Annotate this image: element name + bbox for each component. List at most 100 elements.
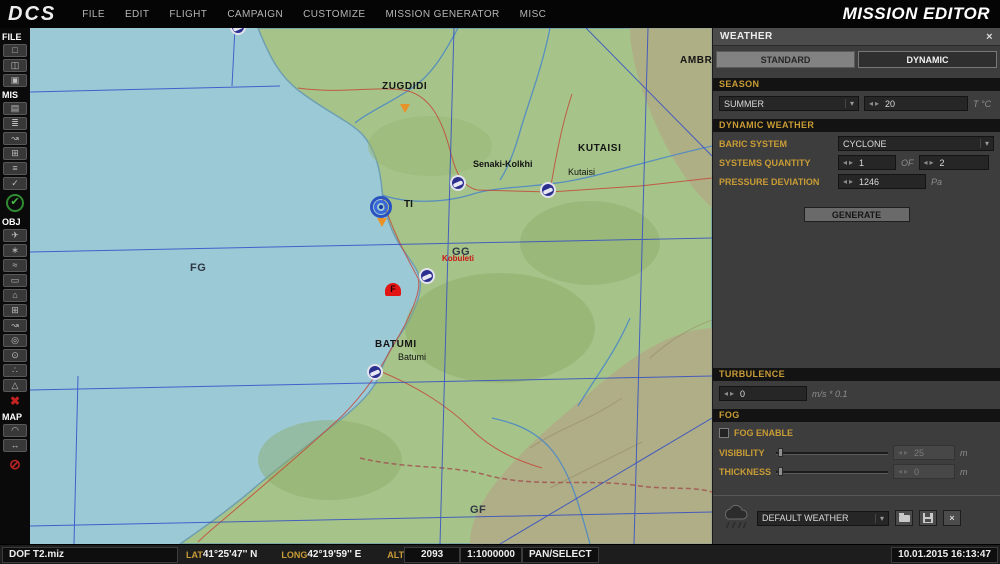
- add-helicopter-icon[interactable]: ∗: [3, 244, 27, 257]
- visibility-value: 25: [914, 447, 925, 458]
- spin-left-icon[interactable]: ◂: [869, 99, 873, 108]
- season-section-header: SEASON: [713, 78, 1000, 91]
- spin-left-icon[interactable]: ◂: [924, 158, 928, 167]
- add-vehicle-icon[interactable]: ▭: [3, 274, 27, 287]
- visibility-label: VISIBILITY: [719, 447, 765, 458]
- add-template-icon[interactable]: ⊞: [3, 304, 27, 317]
- new-mission-icon[interactable]: □: [3, 44, 27, 57]
- toolbar-section-file: FILE: [2, 32, 22, 42]
- spin-left-icon[interactable]: ◂: [843, 177, 847, 186]
- spin-right-icon[interactable]: ▸: [849, 158, 853, 167]
- menu-edit[interactable]: EDIT: [115, 9, 159, 20]
- season-dropdown[interactable]: SUMMER ▾: [719, 96, 859, 111]
- spin-right-icon[interactable]: ▸: [849, 177, 853, 186]
- distance-tool-icon[interactable]: ↔: [3, 439, 27, 452]
- weather-panel: WEATHER × STANDARD DYNAMIC SEASON SUMMER…: [712, 28, 1000, 544]
- systems-quantity-value: 1: [859, 157, 865, 168]
- mission-goals-icon[interactable]: ≡: [3, 162, 27, 175]
- temperature-spinner[interactable]: ◂ ▸ 20: [864, 96, 968, 111]
- spin-right-icon[interactable]: ▸: [930, 158, 934, 167]
- route-tool-icon[interactable]: ↝: [3, 319, 27, 332]
- trigger-zone-icon[interactable]: ◎: [3, 334, 27, 347]
- rings-icon[interactable]: ∴: [3, 364, 27, 377]
- save-preset-button[interactable]: [919, 510, 937, 526]
- spin-left-icon: ◂: [898, 467, 903, 476]
- measure-tool-icon[interactable]: ◠: [3, 424, 27, 437]
- temperature-unit: T °C: [973, 98, 992, 109]
- mission-options-icon[interactable]: ▤: [3, 102, 27, 115]
- menu-file[interactable]: FILE: [72, 9, 115, 20]
- delete-preset-button[interactable]: ×: [943, 510, 961, 526]
- add-ship-icon[interactable]: ≈: [3, 259, 27, 272]
- restricted-icon[interactable]: ⊘: [7, 457, 23, 473]
- validate-mission-icon[interactable]: ✔: [6, 194, 24, 212]
- briefing-icon[interactable]: ≣: [3, 117, 27, 130]
- spin-right-icon[interactable]: ▸: [730, 389, 734, 398]
- town-symbol-icon: [377, 218, 387, 227]
- menu-customize[interactable]: CUSTOMIZE: [293, 9, 375, 20]
- spin-left-icon[interactable]: ◂: [843, 158, 847, 167]
- weather-preset-dropdown[interactable]: DEFAULT WEATHER ▾: [757, 510, 889, 526]
- shape-template-icon[interactable]: △: [3, 379, 27, 392]
- systems-quantity-spinner[interactable]: ◂ ▸ 1: [838, 155, 896, 170]
- weather-tabs: STANDARD DYNAMIC: [713, 46, 1000, 72]
- tab-standard[interactable]: STANDARD: [716, 51, 855, 68]
- map-grid-label-gf: GF: [470, 504, 487, 516]
- airfield-marker-kobuleti[interactable]: [419, 268, 435, 284]
- generate-button[interactable]: GENERATE: [803, 207, 910, 222]
- spin-right-icon[interactable]: ▸: [875, 99, 879, 108]
- menu-mission-generator[interactable]: MISSION GENERATOR: [375, 9, 509, 20]
- map-label-batumi-city: Batumi: [398, 352, 427, 362]
- spin-left-icon[interactable]: ◂: [724, 389, 728, 398]
- weather-panel-title: WEATHER: [720, 31, 773, 42]
- open-mission-icon[interactable]: ◫: [3, 59, 27, 72]
- systems-total-spinner[interactable]: ◂ ▸ 2: [918, 155, 989, 170]
- folder-icon: [898, 512, 910, 522]
- pressure-deviation-value: 1246: [859, 176, 880, 187]
- delete-object-icon[interactable]: ✖: [10, 395, 20, 408]
- thickness-slider[interactable]: [776, 466, 888, 477]
- left-toolbar: FILE □ ◫ ▣ MIS ▤ ≣ ↝ ⊞ ≡ ✓ ✔ OBJ ✈ ∗ ≈ ▭…: [0, 28, 30, 544]
- floppy-icon: [923, 513, 933, 523]
- toolbar-section-obj: OBJ: [2, 217, 21, 227]
- triggers-icon[interactable]: ⊞: [3, 147, 27, 160]
- map-label-batumi-region: BATUMI: [375, 339, 417, 350]
- mission-check-icon[interactable]: ✓: [3, 177, 27, 190]
- cyclone-marker-poti[interactable]: [370, 196, 392, 218]
- toolbar-section-map: MAP: [2, 412, 22, 422]
- airfield-marker-kutaisi[interactable]: [540, 182, 556, 198]
- tab-dynamic[interactable]: DYNAMIC: [858, 51, 997, 68]
- mission-datetime: 10.01.2015 16:13:47: [891, 546, 998, 563]
- zone-marker-f[interactable]: F: [385, 283, 401, 296]
- add-airplane-icon[interactable]: ✈: [3, 229, 27, 242]
- fog-enable-checkbox[interactable]: [719, 428, 729, 438]
- of-label: OF: [901, 157, 914, 168]
- systems-quantity-label: SYSTEMS QUANTITY: [719, 157, 811, 168]
- lat-label: LAT: [186, 549, 203, 560]
- mouse-mode[interactable]: PAN/SELECT: [521, 546, 599, 563]
- add-static-object-icon[interactable]: ⌂: [3, 289, 27, 302]
- bullseye-icon[interactable]: ⊙: [3, 349, 27, 362]
- menu-flight[interactable]: FLIGHT: [159, 9, 217, 20]
- fog-enable-label: FOG ENABLE: [734, 428, 794, 438]
- spin-right-icon: ▸: [904, 467, 909, 476]
- pressure-deviation-spinner[interactable]: ◂ ▸ 1246: [838, 174, 926, 189]
- save-mission-icon[interactable]: ▣: [3, 74, 27, 87]
- turbulence-spinner[interactable]: ◂ ▸ 0: [719, 386, 807, 401]
- thickness-label: THICKNESS: [719, 466, 772, 477]
- visibility-slider[interactable]: [776, 447, 888, 458]
- airfield-marker-batumi[interactable]: [367, 364, 383, 380]
- load-preset-button[interactable]: [895, 510, 913, 526]
- airfield-marker-senaki[interactable]: [450, 175, 466, 191]
- mission-route-icon[interactable]: ↝: [3, 132, 27, 145]
- map-viewport[interactable]: ZUGDIDI AMBROL KUTAISI Kutaisi Senaki-Ko…: [30, 28, 712, 544]
- map-grid-label-gg: GG: [452, 246, 471, 258]
- menu-misc[interactable]: MISC: [510, 9, 557, 20]
- baric-system-dropdown[interactable]: CYCLONE ▾: [838, 136, 994, 151]
- mission-filename: DOF T2.miz: [2, 546, 178, 563]
- map-label-poti-fragment: TI: [404, 199, 413, 210]
- map-scale[interactable]: 1:1000000: [460, 546, 522, 563]
- dcs-logo: DCS: [8, 2, 57, 25]
- menu-campaign[interactable]: CAMPAIGN: [217, 9, 293, 20]
- close-icon[interactable]: ×: [986, 31, 993, 43]
